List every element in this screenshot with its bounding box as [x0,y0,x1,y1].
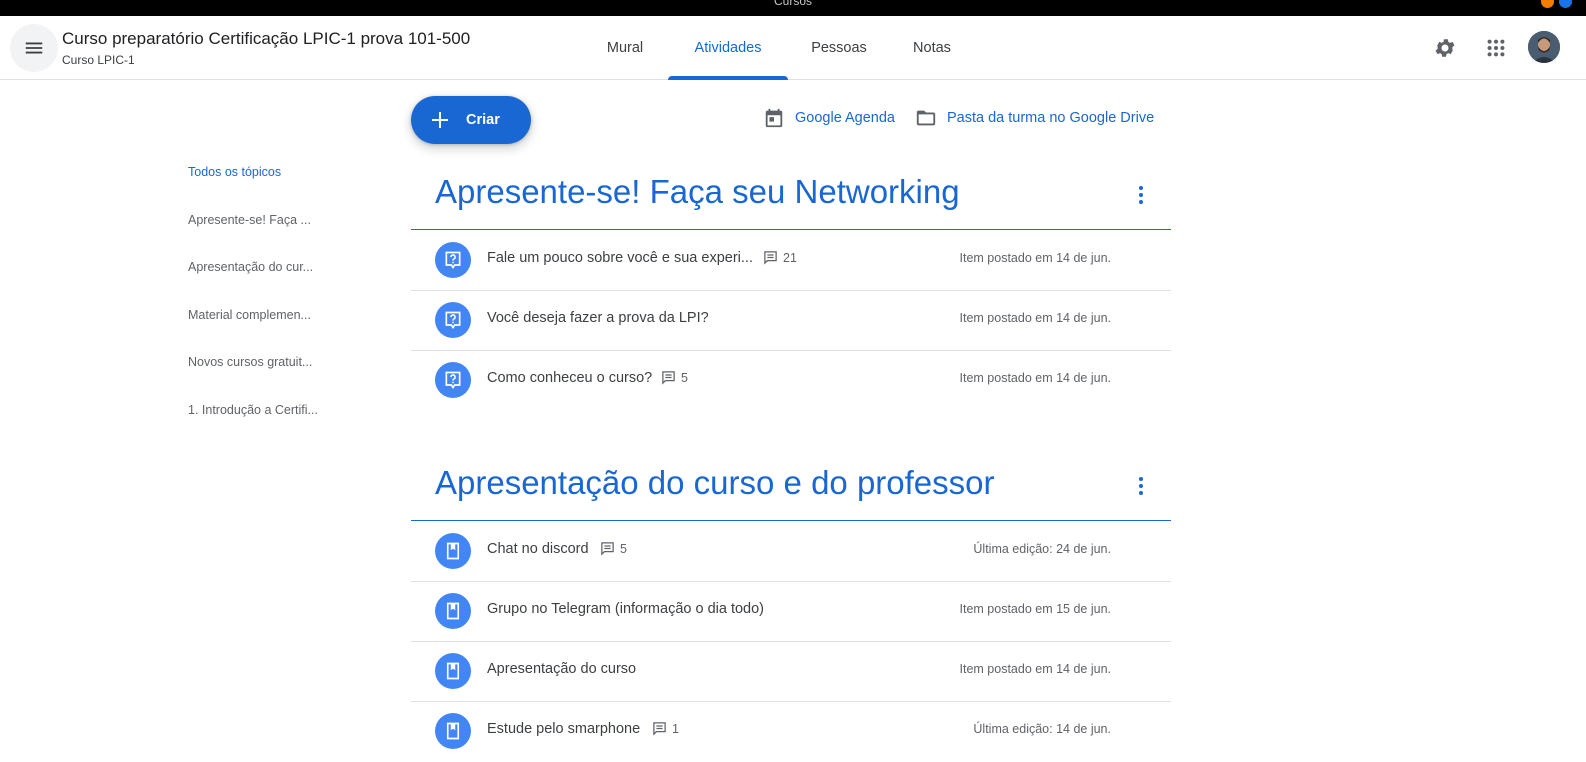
window-title: Cursos [773,0,812,8]
sidebar-item-topic[interactable]: Apresente-se! Faça ... [188,208,328,256]
item-title: Como conheceu o curso? [487,370,653,386]
item-title: Chat no discord [487,541,589,557]
topic-more-button[interactable] [1129,474,1153,498]
folder-icon [916,110,936,126]
main-menu-button[interactable] [10,24,58,72]
sidebar-item-all-topics[interactable]: Todos os tópicos [188,160,328,208]
course-title[interactable]: Curso preparatório Certificação LPIC-1 p… [62,29,470,49]
user-avatar[interactable] [1528,31,1560,63]
create-button-label: Criar [466,112,500,128]
comment-icon [653,722,666,736]
avatar-icon [1528,31,1560,63]
comment-icon [662,371,675,385]
item-date: Item postado em 14 de jun. [959,311,1111,325]
tab-label: Atividades [694,40,762,56]
settings-button[interactable] [1425,28,1465,68]
tab-label: Pessoas [811,40,867,56]
comment-count-value: 5 [620,541,627,556]
menu-icon [25,42,43,54]
tab-mural[interactable]: Mural [600,16,650,80]
sidebar-item-topic[interactable]: Novos cursos gratuit... [188,350,328,398]
material-icon [435,653,471,689]
question-icon [435,242,471,278]
comment-count-value: 1 [672,721,679,736]
comment-count-value: 5 [681,370,688,385]
item-title: Grupo no Telegram (informação o dia todo… [487,601,764,617]
item-title: Fale um pouco sobre você e sua experi... [487,250,753,266]
topic-title[interactable]: Apresente-se! Faça seu Networking [435,173,960,211]
item-date: Item postado em 14 de jun. [959,662,1111,676]
drive-folder-link[interactable]: Pasta da turma no Google Drive [915,107,1154,129]
topic-header: Apresente-se! Faça seu Networking [411,169,1171,230]
tab-atividades[interactable]: Atividades [668,16,788,80]
more-vert-icon [1139,186,1143,204]
tab-label: Mural [606,40,644,56]
item-title: Você deseja fazer a prova da LPI? [487,310,709,326]
comment-count: 5 [600,541,627,556]
comment-icon [601,542,614,556]
material-icon [435,593,471,629]
item-title: Apresentação do curso [487,661,637,677]
tab-notas[interactable]: Notas [906,16,958,80]
material-icon [435,533,471,569]
os-title-bar: Cursos [0,0,1586,16]
question-icon [435,302,471,338]
list-item[interactable]: Fale um pouco sobre você e sua experi...… [411,230,1171,291]
app-header: Curso preparatório Certificação LPIC-1 p… [0,16,1586,80]
list-item[interactable]: Chat no discord 5 Última edição: 24 de j… [411,521,1171,582]
topics-sidebar: Todos os tópicos Apresente-se! Faça ... … [188,160,328,445]
comment-count: 5 [661,370,688,385]
item-title: Estude pelo smarphone [487,721,641,737]
plus-icon [432,112,448,128]
item-date: Item postado em 15 de jun. [959,602,1111,616]
item-date: Última edição: 24 de jun. [973,542,1111,556]
topic-title[interactable]: Apresentação do curso e do professor [435,464,995,502]
tab-label: Notas [913,40,951,56]
settings-gear-icon [1435,39,1455,57]
apps-grid-icon [1487,39,1505,57]
more-vert-icon [1139,477,1143,495]
list-item[interactable]: Apresentação do curso Item postado em 14… [411,641,1171,702]
material-icon [435,713,471,749]
create-button[interactable]: Criar [411,96,531,144]
item-date: Item postado em 14 de jun. [959,251,1111,265]
course-subtitle: Curso LPIC-1 [62,53,135,67]
drive-link-label: Pasta da turma no Google Drive [947,110,1155,126]
calendar-link-label: Google Agenda [795,110,895,126]
calendar-icon [765,108,783,128]
comment-count: 1 [652,721,679,736]
google-calendar-link[interactable]: Google Agenda [763,107,895,129]
comment-icon [764,251,777,265]
question-icon [435,362,471,398]
item-date: Última edição: 14 de jun. [973,722,1111,736]
list-item[interactable]: Você deseja fazer a prova da LPI? Item p… [411,290,1171,351]
tab-pessoas[interactable]: Pessoas [804,16,874,80]
comment-count-value: 21 [783,250,797,265]
item-date: Item postado em 14 de jun. [959,371,1111,385]
topic-header: Apresentação do curso e do professor [411,460,1171,521]
list-item[interactable]: Grupo no Telegram (informação o dia todo… [411,581,1171,642]
topic-more-button[interactable] [1129,183,1153,207]
list-item[interactable]: Como conheceu o curso? 5 Item postado em… [411,350,1171,411]
apps-button[interactable] [1476,28,1516,68]
sidebar-item-topic[interactable]: Apresentação do cur... [188,255,328,303]
sidebar-item-topic[interactable]: 1. Introdução a Certifi... [188,398,328,446]
sidebar-item-topic[interactable]: Material complemen... [188,303,328,351]
comment-count: 21 [763,250,797,265]
